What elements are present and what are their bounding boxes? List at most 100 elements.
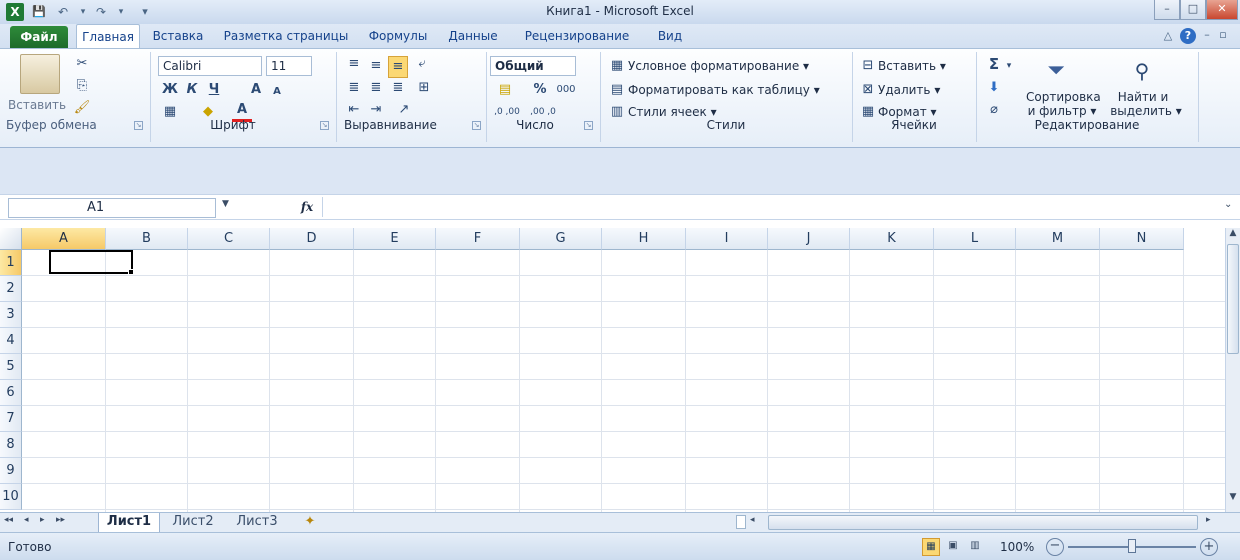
find-select-icon[interactable]: ⚲ bbox=[1126, 54, 1158, 88]
row-header[interactable]: 4 bbox=[0, 328, 22, 354]
copy-icon[interactable]: ⎘ bbox=[70, 76, 94, 96]
column-header[interactable]: B bbox=[106, 228, 188, 250]
merge-center-icon[interactable]: ⊞ bbox=[412, 78, 436, 98]
sheet-tab-2[interactable]: Лист2 bbox=[162, 513, 224, 532]
page-break-view-icon[interactable]: ▥ bbox=[966, 538, 984, 556]
align-top-icon[interactable]: ≡ bbox=[344, 54, 364, 74]
font-name-combo[interactable]: Calibri bbox=[158, 56, 262, 76]
wrap-text-icon[interactable]: ⤶ bbox=[412, 54, 432, 74]
sheet-nav-last-icon[interactable]: ▸▸ bbox=[56, 515, 74, 525]
tab-split-handle[interactable] bbox=[736, 515, 746, 529]
currency-format-icon[interactable]: ▤ bbox=[490, 80, 520, 100]
scroll-up-icon[interactable]: ▲ bbox=[1226, 228, 1240, 242]
scroll-down-icon[interactable]: ▼ bbox=[1226, 492, 1240, 506]
row-header[interactable]: 6 bbox=[0, 380, 22, 406]
clipboard-launcher-icon[interactable]: ↘ bbox=[134, 121, 143, 130]
format-cells-button[interactable]: Формат ▾ bbox=[878, 105, 937, 119]
row-header[interactable]: 3 bbox=[0, 302, 22, 328]
row-header[interactable]: 9 bbox=[0, 458, 22, 484]
sheet-nav-next-icon[interactable]: ▸ bbox=[40, 515, 54, 525]
font-size-combo[interactable]: 11 bbox=[266, 56, 312, 76]
clear-icon[interactable]: ⌀ bbox=[984, 100, 1004, 120]
underline-button[interactable]: Ч bbox=[204, 80, 224, 100]
insert-cells-button[interactable]: Вставить ▾ bbox=[878, 59, 946, 73]
tab-insert[interactable]: Вставка bbox=[146, 24, 210, 48]
maximize-button[interactable]: □ bbox=[1180, 0, 1206, 20]
column-header[interactable]: D bbox=[270, 228, 354, 250]
column-header[interactable]: J bbox=[768, 228, 850, 250]
row-header[interactable]: 8 bbox=[0, 432, 22, 458]
insert-sheet-icon[interactable]: ✦ bbox=[292, 513, 328, 532]
redo-icon[interactable]: ↷ bbox=[92, 3, 110, 21]
row-header[interactable]: 5 bbox=[0, 354, 22, 380]
fill-handle[interactable] bbox=[128, 269, 134, 275]
column-header[interactable]: C bbox=[188, 228, 270, 250]
worksheet-grid[interactable]: ABCDEFGHIJKLMN 1 2 3 4 5 6 7 8 9 10 bbox=[0, 228, 1225, 512]
page-layout-view-icon[interactable]: ▣ bbox=[944, 538, 962, 556]
column-header[interactable]: A bbox=[22, 228, 106, 250]
column-header[interactable]: G bbox=[520, 228, 602, 250]
scroll-thumb[interactable] bbox=[1227, 244, 1239, 354]
format-painter-icon[interactable]: 🖌 bbox=[70, 98, 94, 118]
align-middle-icon[interactable]: ≡ bbox=[366, 56, 386, 76]
tab-page-layout[interactable]: Разметка страницы bbox=[216, 24, 356, 48]
align-center-icon[interactable]: ≣ bbox=[366, 78, 386, 98]
delete-cells-icon[interactable]: ⊠ bbox=[860, 80, 876, 100]
row-header[interactable]: 7 bbox=[0, 406, 22, 432]
sort-filter-icon[interactable]: ⏷ bbox=[1040, 54, 1072, 88]
help-icon[interactable]: ? bbox=[1180, 28, 1196, 44]
row-header[interactable]: 1 bbox=[0, 250, 22, 276]
formula-input[interactable] bbox=[322, 197, 1212, 217]
decrease-indent-icon[interactable]: ⇤ bbox=[344, 100, 364, 120]
conditional-formatting-icon[interactable]: ▦ bbox=[608, 56, 626, 76]
save-icon[interactable]: 💾 bbox=[30, 3, 48, 21]
zoom-level[interactable]: 100% bbox=[1000, 540, 1034, 554]
insert-cells-icon[interactable]: ⊟ bbox=[860, 56, 876, 76]
name-box[interactable]: A1 bbox=[8, 198, 216, 218]
customize-quick-access-icon[interactable]: ▾ bbox=[136, 3, 154, 21]
cell-styles-button[interactable]: Стили ячеек ▾ bbox=[628, 105, 717, 119]
workbook-minimize-icon[interactable]: – bbox=[1200, 28, 1214, 44]
sort-filter-line1[interactable]: Сортировка bbox=[1026, 90, 1101, 104]
sheet-nav-prev-icon[interactable]: ◂ bbox=[24, 515, 38, 525]
zoom-slider-thumb[interactable] bbox=[1128, 539, 1136, 553]
thousands-separator-button[interactable]: 000 bbox=[554, 80, 578, 100]
bold-button[interactable]: Ж bbox=[160, 80, 180, 100]
hscroll-right-icon[interactable]: ▸ bbox=[1206, 515, 1220, 525]
sheet-nav-first-icon[interactable]: ◂◂ bbox=[4, 515, 22, 525]
tab-file[interactable]: Файл bbox=[10, 26, 68, 48]
hscroll-thumb[interactable] bbox=[768, 515, 1198, 530]
column-header[interactable]: E bbox=[354, 228, 436, 250]
grow-font-button[interactable]: A bbox=[246, 80, 266, 100]
paste-icon[interactable] bbox=[20, 54, 60, 94]
vertical-scrollbar[interactable]: ▲ ▼ bbox=[1225, 228, 1240, 512]
orientation-icon[interactable]: ↗ bbox=[392, 100, 416, 120]
align-right-icon[interactable]: ≣ bbox=[388, 78, 408, 98]
undo-dropdown-icon[interactable]: ▾ bbox=[74, 3, 92, 21]
column-header[interactable]: I bbox=[686, 228, 768, 250]
fill-icon[interactable]: ⬇ bbox=[984, 78, 1004, 98]
sheet-tab-3[interactable]: Лист3 bbox=[226, 513, 288, 532]
undo-icon[interactable]: ↶ bbox=[54, 3, 72, 21]
column-header[interactable]: M bbox=[1016, 228, 1100, 250]
column-header[interactable]: F bbox=[436, 228, 520, 250]
tab-formulas[interactable]: Формулы bbox=[362, 24, 434, 48]
tab-data[interactable]: Данные bbox=[440, 24, 506, 48]
format-as-table-icon[interactable]: ▤ bbox=[608, 80, 626, 100]
column-header[interactable]: K bbox=[850, 228, 934, 250]
number-format-combo[interactable]: Общий bbox=[490, 56, 576, 76]
format-as-table-button[interactable]: Форматировать как таблицу ▾ bbox=[628, 83, 820, 97]
autosum-dropdown-icon[interactable]: ▾ bbox=[1004, 56, 1014, 76]
tab-view[interactable]: Вид bbox=[648, 24, 692, 48]
font-launcher-icon[interactable]: ↘ bbox=[320, 121, 329, 130]
hscroll-left-icon[interactable]: ◂ bbox=[750, 515, 764, 525]
italic-button[interactable]: К bbox=[182, 80, 202, 100]
find-select-line1[interactable]: Найти и bbox=[1106, 90, 1180, 104]
shrink-font-button[interactable]: A bbox=[268, 82, 286, 102]
align-left-icon[interactable]: ≣ bbox=[344, 78, 364, 98]
redo-dropdown-icon[interactable]: ▾ bbox=[112, 3, 130, 21]
row-header[interactable]: 10 bbox=[0, 484, 22, 510]
zoom-in-button[interactable]: + bbox=[1200, 538, 1218, 556]
find-select-button[interactable]: выделить ▾ bbox=[1104, 104, 1188, 118]
alignment-launcher-icon[interactable]: ↘ bbox=[472, 121, 481, 130]
